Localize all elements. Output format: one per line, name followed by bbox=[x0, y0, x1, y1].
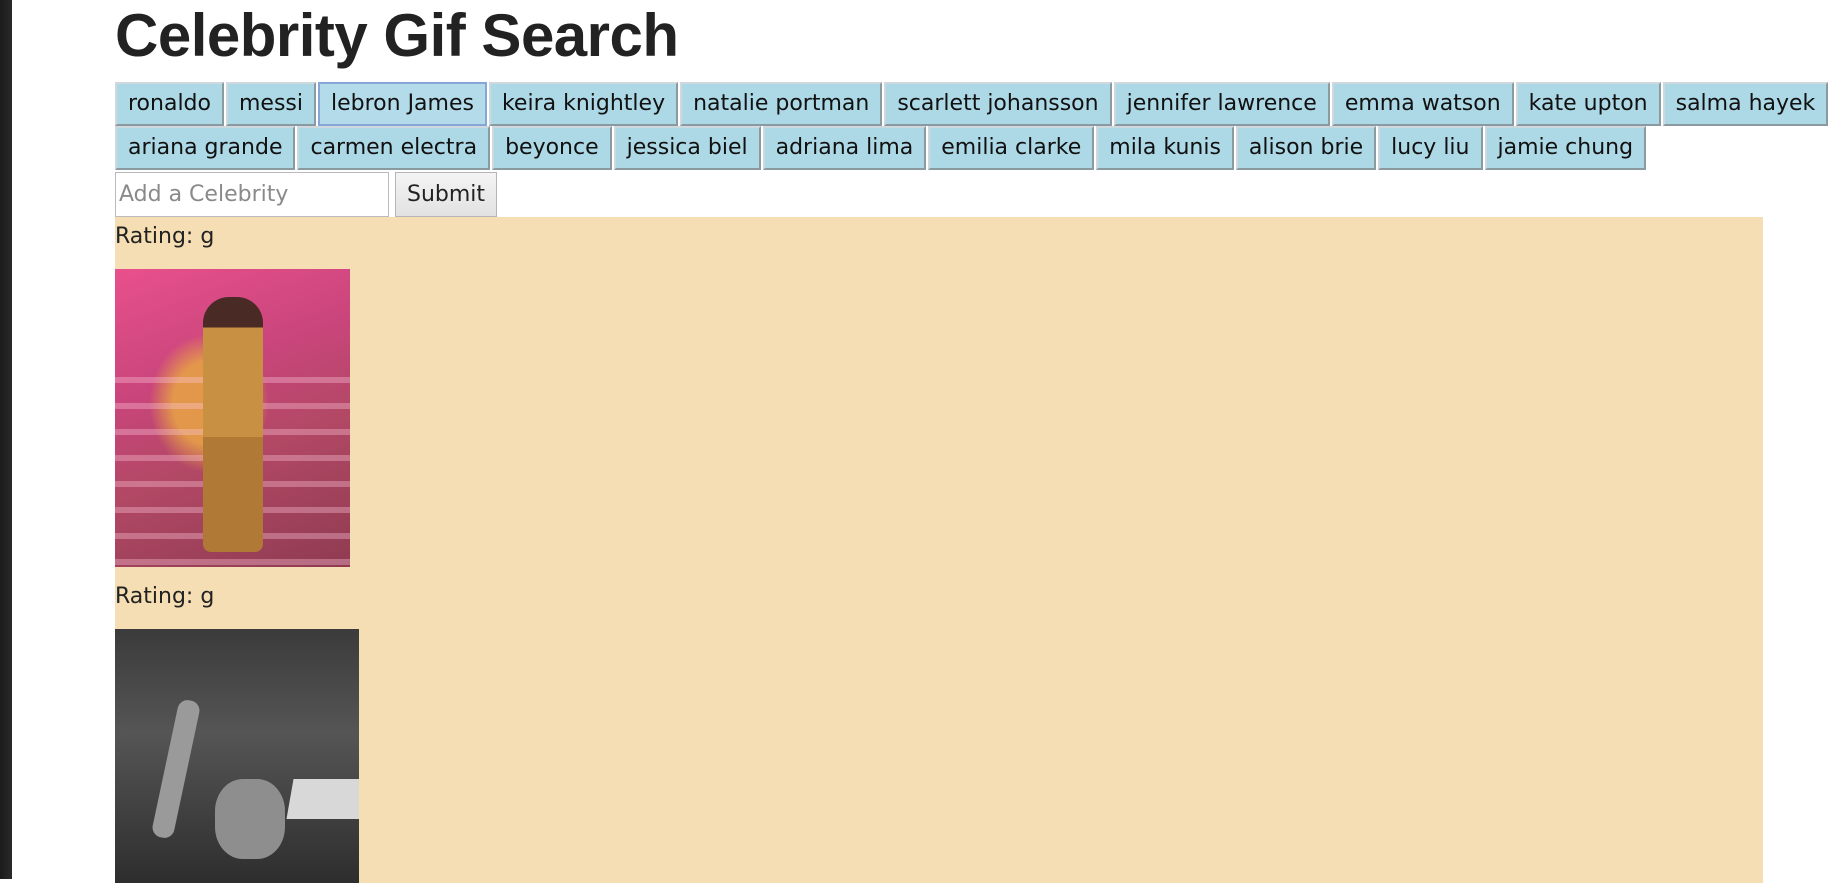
rating-label: Rating: g bbox=[115, 584, 215, 609]
celebrity-button[interactable]: lucy liu bbox=[1378, 126, 1483, 170]
celebrity-button[interactable]: kate upton bbox=[1515, 82, 1661, 126]
celebrity-button[interactable]: emma watson bbox=[1331, 82, 1514, 126]
celebrity-buttons-row-1: ronaldo messi lebron James keira knightl… bbox=[115, 82, 1829, 126]
celebrity-button[interactable]: carmen electra bbox=[297, 126, 491, 170]
add-celebrity-form: Submit bbox=[115, 172, 1765, 217]
window-edge bbox=[0, 0, 12, 879]
gif-image[interactable] bbox=[115, 629, 359, 883]
celebrity-button[interactable]: beyonce bbox=[492, 126, 612, 170]
celebrity-button[interactable]: alison brie bbox=[1235, 126, 1377, 170]
celebrity-button[interactable]: jennifer lawrence bbox=[1113, 82, 1330, 126]
gif-figure bbox=[203, 297, 263, 552]
celebrity-button[interactable]: jessica biel bbox=[613, 126, 761, 170]
celebrity-button[interactable]: salma hayek bbox=[1662, 82, 1829, 126]
celebrity-button[interactable]: keira knightley bbox=[488, 82, 679, 126]
celebrity-buttons-row-2: ariana grande carmen electra beyonce jes… bbox=[115, 126, 1765, 170]
rating-label: Rating: g bbox=[115, 224, 215, 249]
gif-head bbox=[215, 779, 285, 859]
celebrity-button[interactable]: ariana grande bbox=[115, 126, 296, 170]
gif-image[interactable] bbox=[115, 269, 350, 567]
celebrity-button[interactable]: mila kunis bbox=[1096, 126, 1234, 170]
gif-sign bbox=[286, 779, 359, 819]
celebrity-button[interactable]: emilia clarke bbox=[928, 126, 1095, 170]
gif-result-item: Rating: g bbox=[115, 577, 1763, 883]
gif-result-item: Rating: g bbox=[115, 217, 1763, 567]
add-celebrity-input[interactable] bbox=[115, 172, 389, 217]
page-title: Celebrity Gif Search bbox=[115, 2, 679, 69]
page-container: Celebrity Gif Search ronaldo messi lebro… bbox=[115, 0, 1829, 883]
celebrity-button[interactable]: messi bbox=[225, 82, 316, 126]
celebrity-button[interactable]: natalie portman bbox=[680, 82, 883, 126]
gif-arm bbox=[150, 698, 202, 840]
celebrity-button[interactable]: adriana lima bbox=[762, 126, 927, 170]
celebrity-button[interactable]: ronaldo bbox=[115, 82, 224, 126]
submit-button[interactable]: Submit bbox=[395, 172, 498, 217]
celebrity-button[interactable]: lebron James bbox=[318, 82, 487, 126]
celebrity-button[interactable]: jamie chung bbox=[1484, 126, 1647, 170]
gif-results: Rating: g Rating: g bbox=[115, 217, 1763, 883]
celebrity-button[interactable]: scarlett johansson bbox=[884, 82, 1112, 126]
